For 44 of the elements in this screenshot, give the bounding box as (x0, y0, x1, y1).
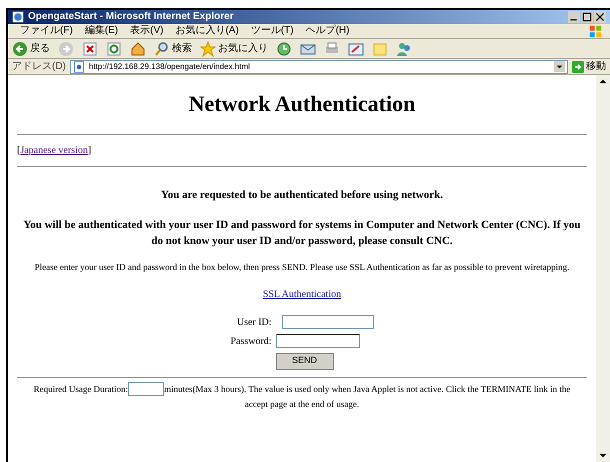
windows-logo-icon (589, 24, 602, 38)
password-field[interactable] (276, 334, 360, 348)
minimize-button[interactable] (568, 11, 580, 23)
search-button[interactable]: 検索 (154, 40, 192, 56)
duration-label: Required Usage Duration: (34, 384, 128, 394)
send-button[interactable]: SEND (276, 352, 334, 370)
browser-icon[interactable] (12, 11, 24, 23)
user-id-field[interactable] (282, 315, 374, 329)
menu-item[interactable]: 表示(V) (130, 26, 164, 36)
star-icon (200, 40, 216, 56)
bracket: [ (17, 145, 20, 156)
bracket: ] (88, 145, 92, 156)
menu-item[interactable]: 編集(E) (84, 26, 118, 36)
window-title: OpengateStart - Microsoft Internet Explorer (28, 12, 234, 22)
menu-item[interactable]: ツール(T) (250, 26, 294, 36)
menu-item[interactable]: ヘルプ(H) (306, 26, 350, 36)
japanese-version-link[interactable]: Japanese version (20, 145, 88, 156)
password-label: Password: (230, 334, 272, 348)
page-heading: Network Authentication (188, 90, 416, 118)
maximize-button[interactable] (581, 11, 593, 23)
history-icon[interactable] (276, 40, 292, 56)
ssl-authentication-link[interactable]: SSL Authentication (262, 286, 342, 302)
notice-text: You are requested to be authenticated before using network. (160, 188, 444, 203)
back-button[interactable]: 戻る (12, 40, 50, 56)
go-arrow-icon (572, 60, 584, 72)
duration-note: minutes(Max 3 hours). The value is used only when Java Applet is not active. Click the TERMINATE link in the accept page at the end of usage. (164, 384, 570, 408)
favorites-button[interactable]: お気に入り (200, 40, 268, 56)
home-icon[interactable] (130, 40, 146, 56)
close-button[interactable] (594, 11, 606, 23)
address-value: http://192.168.29.138/opengate/en/index.html (88, 62, 250, 70)
menu-item[interactable]: お気に入り(A) (175, 26, 239, 36)
people-icon[interactable] (396, 40, 412, 56)
user-id-label: User ID: (236, 316, 272, 330)
scrollbar[interactable] (596, 75, 610, 462)
address-field[interactable]: http://192.168.29.138/opengate/en/index.html (70, 60, 568, 74)
address-label: アドレス(D) (12, 62, 66, 72)
search-icon (154, 40, 170, 56)
page-icon (72, 60, 85, 72)
menu-item[interactable]: ファイル(F) (20, 26, 73, 36)
go-button[interactable]: 移動 (572, 60, 606, 72)
instruction-text: Please enter your user ID and password in the box below, then press SEND. Please use SSL Authentication as far as possible to prevent wiretapping. (34, 260, 570, 274)
explanation-text: You will be authenticated with your user ID and password for systems in Computer and Network Center (CNC). If you do not know your user ID and/or password, please consult CNC. (22, 218, 582, 248)
duration-field[interactable] (128, 382, 164, 396)
stop-icon[interactable] (82, 40, 98, 56)
